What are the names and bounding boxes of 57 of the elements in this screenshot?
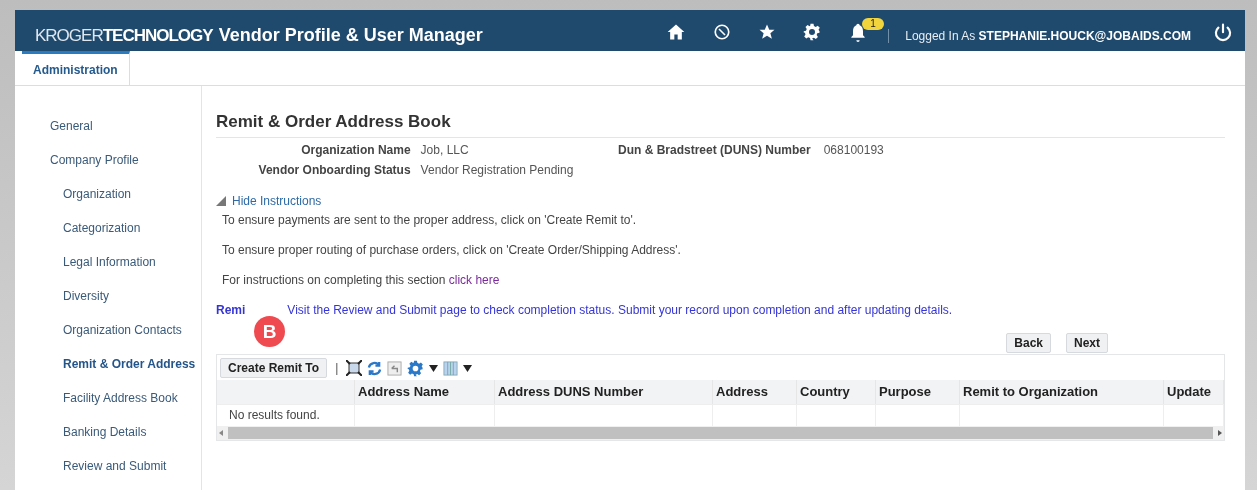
nav-button[interactable]: Back: [1006, 333, 1051, 353]
field-label: Vendor Onboarding Status: [257, 163, 411, 177]
field-value: Vendor Registration Pending: [420, 163, 575, 177]
sidebar-item[interactable]: Legal Information: [15, 252, 201, 286]
reminder-label: Remi: [216, 303, 246, 317]
sidebar-item[interactable]: Facility Address Book: [15, 388, 201, 422]
scroll-left-icon[interactable]: [217, 429, 225, 437]
sidebar-item[interactable]: Banking Details: [15, 422, 201, 456]
sidebar-item[interactable]: General: [15, 116, 201, 150]
sidebar-item[interactable]: Diversity: [15, 286, 201, 320]
field-value: Job, LLC: [420, 143, 470, 157]
column-header: Country: [797, 380, 876, 404]
sidebar-item[interactable]: Organization Contacts: [15, 320, 201, 354]
horizontal-scrollbar[interactable]: [217, 426, 1224, 440]
column-header: Address Name: [355, 380, 495, 404]
page-title: Remit & Order Address Book: [216, 112, 1225, 138]
sidebar-item[interactable]: Organization: [15, 184, 201, 218]
instruction-text: To ensure proper routing of purchase orders, click on 'Create Order/Shipping Address'.: [221, 243, 682, 258]
undo-icon[interactable]: [387, 360, 403, 376]
instruction-text: For instructions on completing this section click here: [221, 273, 501, 288]
create-remit-button[interactable]: Create Remit To: [220, 358, 328, 378]
click-here-link[interactable]: click here: [448, 273, 500, 287]
nav-button[interactable]: Next: [1066, 333, 1108, 353]
toolbar-separator: |: [335, 361, 339, 375]
sidebar-item[interactable]: Company Profile: [15, 150, 201, 184]
instruction-text: To ensure payments are sent to the proper address, click on 'Create Remit to'.: [221, 213, 638, 228]
power-icon[interactable]: [1213, 23, 1233, 43]
hide-instructions-link[interactable]: Hide Instructions: [216, 194, 1225, 208]
star-icon[interactable]: [758, 23, 777, 41]
notification-badge: 1: [862, 18, 884, 30]
app-title: Vendor Profile & User Manager: [218, 25, 483, 46]
tab[interactable]: Administration: [22, 51, 130, 85]
column-header: Address DUNS Number: [495, 380, 713, 404]
brand-logo-bold: TECHNOLOGY: [102, 26, 213, 46]
sidebar-item[interactable]: Remit & Order Address: [15, 354, 201, 388]
scroll-right-icon[interactable]: [1216, 429, 1224, 437]
callout-marker: B: [254, 316, 285, 347]
column-header: Address: [713, 380, 797, 404]
field-label: Dun & Bradstreet (DUNS) Number: [618, 143, 811, 159]
column-header: Update: [1164, 380, 1224, 404]
triangle-icon[interactable]: [216, 196, 226, 206]
settings-icon[interactable]: [407, 359, 425, 377]
detach-icon[interactable]: [346, 360, 363, 376]
column-header: Purpose: [876, 380, 960, 404]
home-icon[interactable]: [666, 22, 687, 42]
caret-icon[interactable]: [429, 364, 439, 372]
field-value: 068100193: [823, 143, 884, 159]
settings-icon[interactable]: [803, 23, 822, 41]
field-label: Organization Name: [300, 143, 411, 157]
sidebar-item[interactable]: Categorization: [15, 218, 201, 252]
reminder-text: Visit the Review and Submit page to check completion status. Submit your record upon completion and after updating details.: [287, 303, 953, 317]
brand-logo-light: KROGER: [35, 26, 103, 46]
caret-icon[interactable]: [463, 364, 473, 372]
column-header: Remit to Organization: [960, 380, 1164, 404]
sidebar-item[interactable]: Review and Submit: [15, 456, 201, 490]
refresh-icon[interactable]: [367, 360, 383, 376]
logged-in-text: Logged In As STEPHANIE.HOUCK@JOBAIDS.COM: [905, 29, 1191, 43]
